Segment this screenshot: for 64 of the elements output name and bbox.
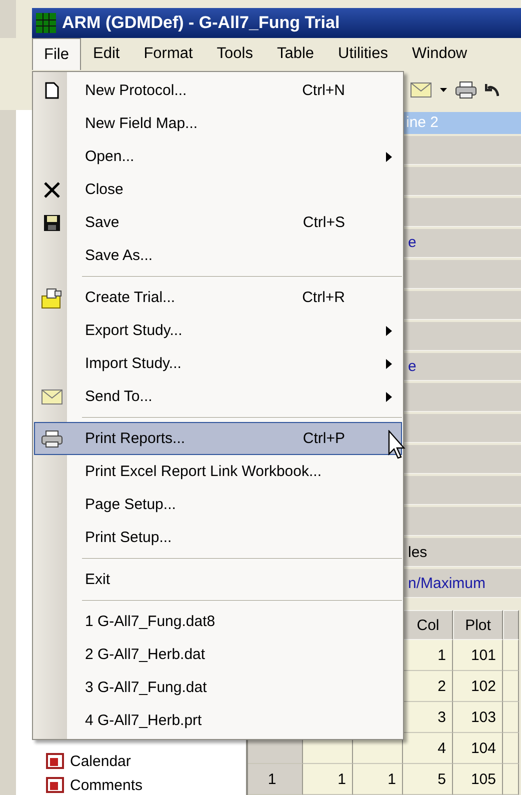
table-cell: 105 [453,764,503,795]
dropdown-caret-icon[interactable] [440,88,447,92]
menu-item[interactable]: Page Setup... [34,488,402,521]
menu-item[interactable]: Print Excel Report Link Workbook... [34,455,402,488]
property-label: les [408,544,428,561]
tree-item[interactable]: Calendar [70,752,131,770]
menu-item[interactable]: 2 G-All7_Herb.dat [34,638,402,671]
menu-item[interactable]: Create Trial... Ctrl+R [34,281,402,314]
menu-bar-item[interactable]: Tools [204,38,265,70]
submenu-arrow-icon [386,358,392,368]
menu-bar-item[interactable]: File [32,38,81,70]
menu-item[interactable]: Export Study... [34,314,402,347]
table-cell: 3 [403,702,453,734]
menu-bar-item[interactable]: Window [400,38,480,70]
menu-item[interactable]: 1 G-All7_Fung.dat8 [34,605,402,638]
menu-item[interactable]: 3 G-All7_Fung.dat [34,671,402,704]
table-cell: 2 [403,671,453,702]
submenu-arrow-icon [386,152,392,162]
folder-icon [41,286,63,308]
menu-item[interactable]: Open... [34,140,402,173]
menu-item[interactable]: 4 G-All7_Herb.prt [34,704,402,737]
submenu-arrow-icon [386,326,392,336]
menu-bar-item[interactable]: Table [264,38,326,70]
document-icon [45,82,59,99]
table-cell: 103 [453,702,503,734]
column-header: Plot [453,610,503,640]
tree-node-icon [46,753,64,769]
menu-item[interactable]: New Protocol... Ctrl+N [34,74,402,107]
table-cell: 101 [453,640,503,672]
table-cell: 102 [453,671,503,702]
table-cell: 104 [453,733,503,764]
table-cell: 1 [303,764,353,795]
menu-item[interactable]: Print Setup... [34,521,402,554]
menu-item[interactable]: Close [34,173,402,206]
menu-item[interactable]: Exit [34,563,402,596]
app-grid-icon [36,13,56,33]
menu-item[interactable]: Save Ctrl+S [34,206,402,239]
menu-item[interactable]: Import Study... [34,347,402,380]
row-header: 1 [248,764,303,795]
menu-item[interactable]: Send To... [34,380,402,413]
table-cell: 1 [353,764,403,795]
table-cell: 4 [403,733,453,764]
menu-item[interactable]: Save As... [34,239,402,272]
column-header [503,610,519,640]
menu-bar-item[interactable]: Utilities [326,38,400,70]
undo-arrow-icon[interactable] [485,82,499,98]
tree-item[interactable]: Comments [70,776,143,794]
submenu-arrow-icon [386,392,392,402]
column-header: Col [403,610,453,640]
table-cell: 5 [403,764,453,795]
window-title: ARM (GDMDef) - G-All7_Fung Trial [62,13,340,33]
property-link[interactable]: n/Maximum [408,574,486,592]
envelope-icon [410,82,432,98]
menu-bar-item[interactable]: Format [132,38,205,70]
menu-item[interactable]: Print Reports... Ctrl+P [34,422,402,455]
property-link[interactable]: e [408,234,416,252]
menu-bar-item[interactable]: Edit [80,38,132,70]
envelope-icon [41,388,63,404]
printer-icon [455,81,477,99]
table-cell: 1 [403,640,453,672]
property-link[interactable]: e [408,358,416,375]
mouse-pointer-icon [388,430,406,460]
close-icon [43,180,61,198]
printer-icon [41,430,63,448]
